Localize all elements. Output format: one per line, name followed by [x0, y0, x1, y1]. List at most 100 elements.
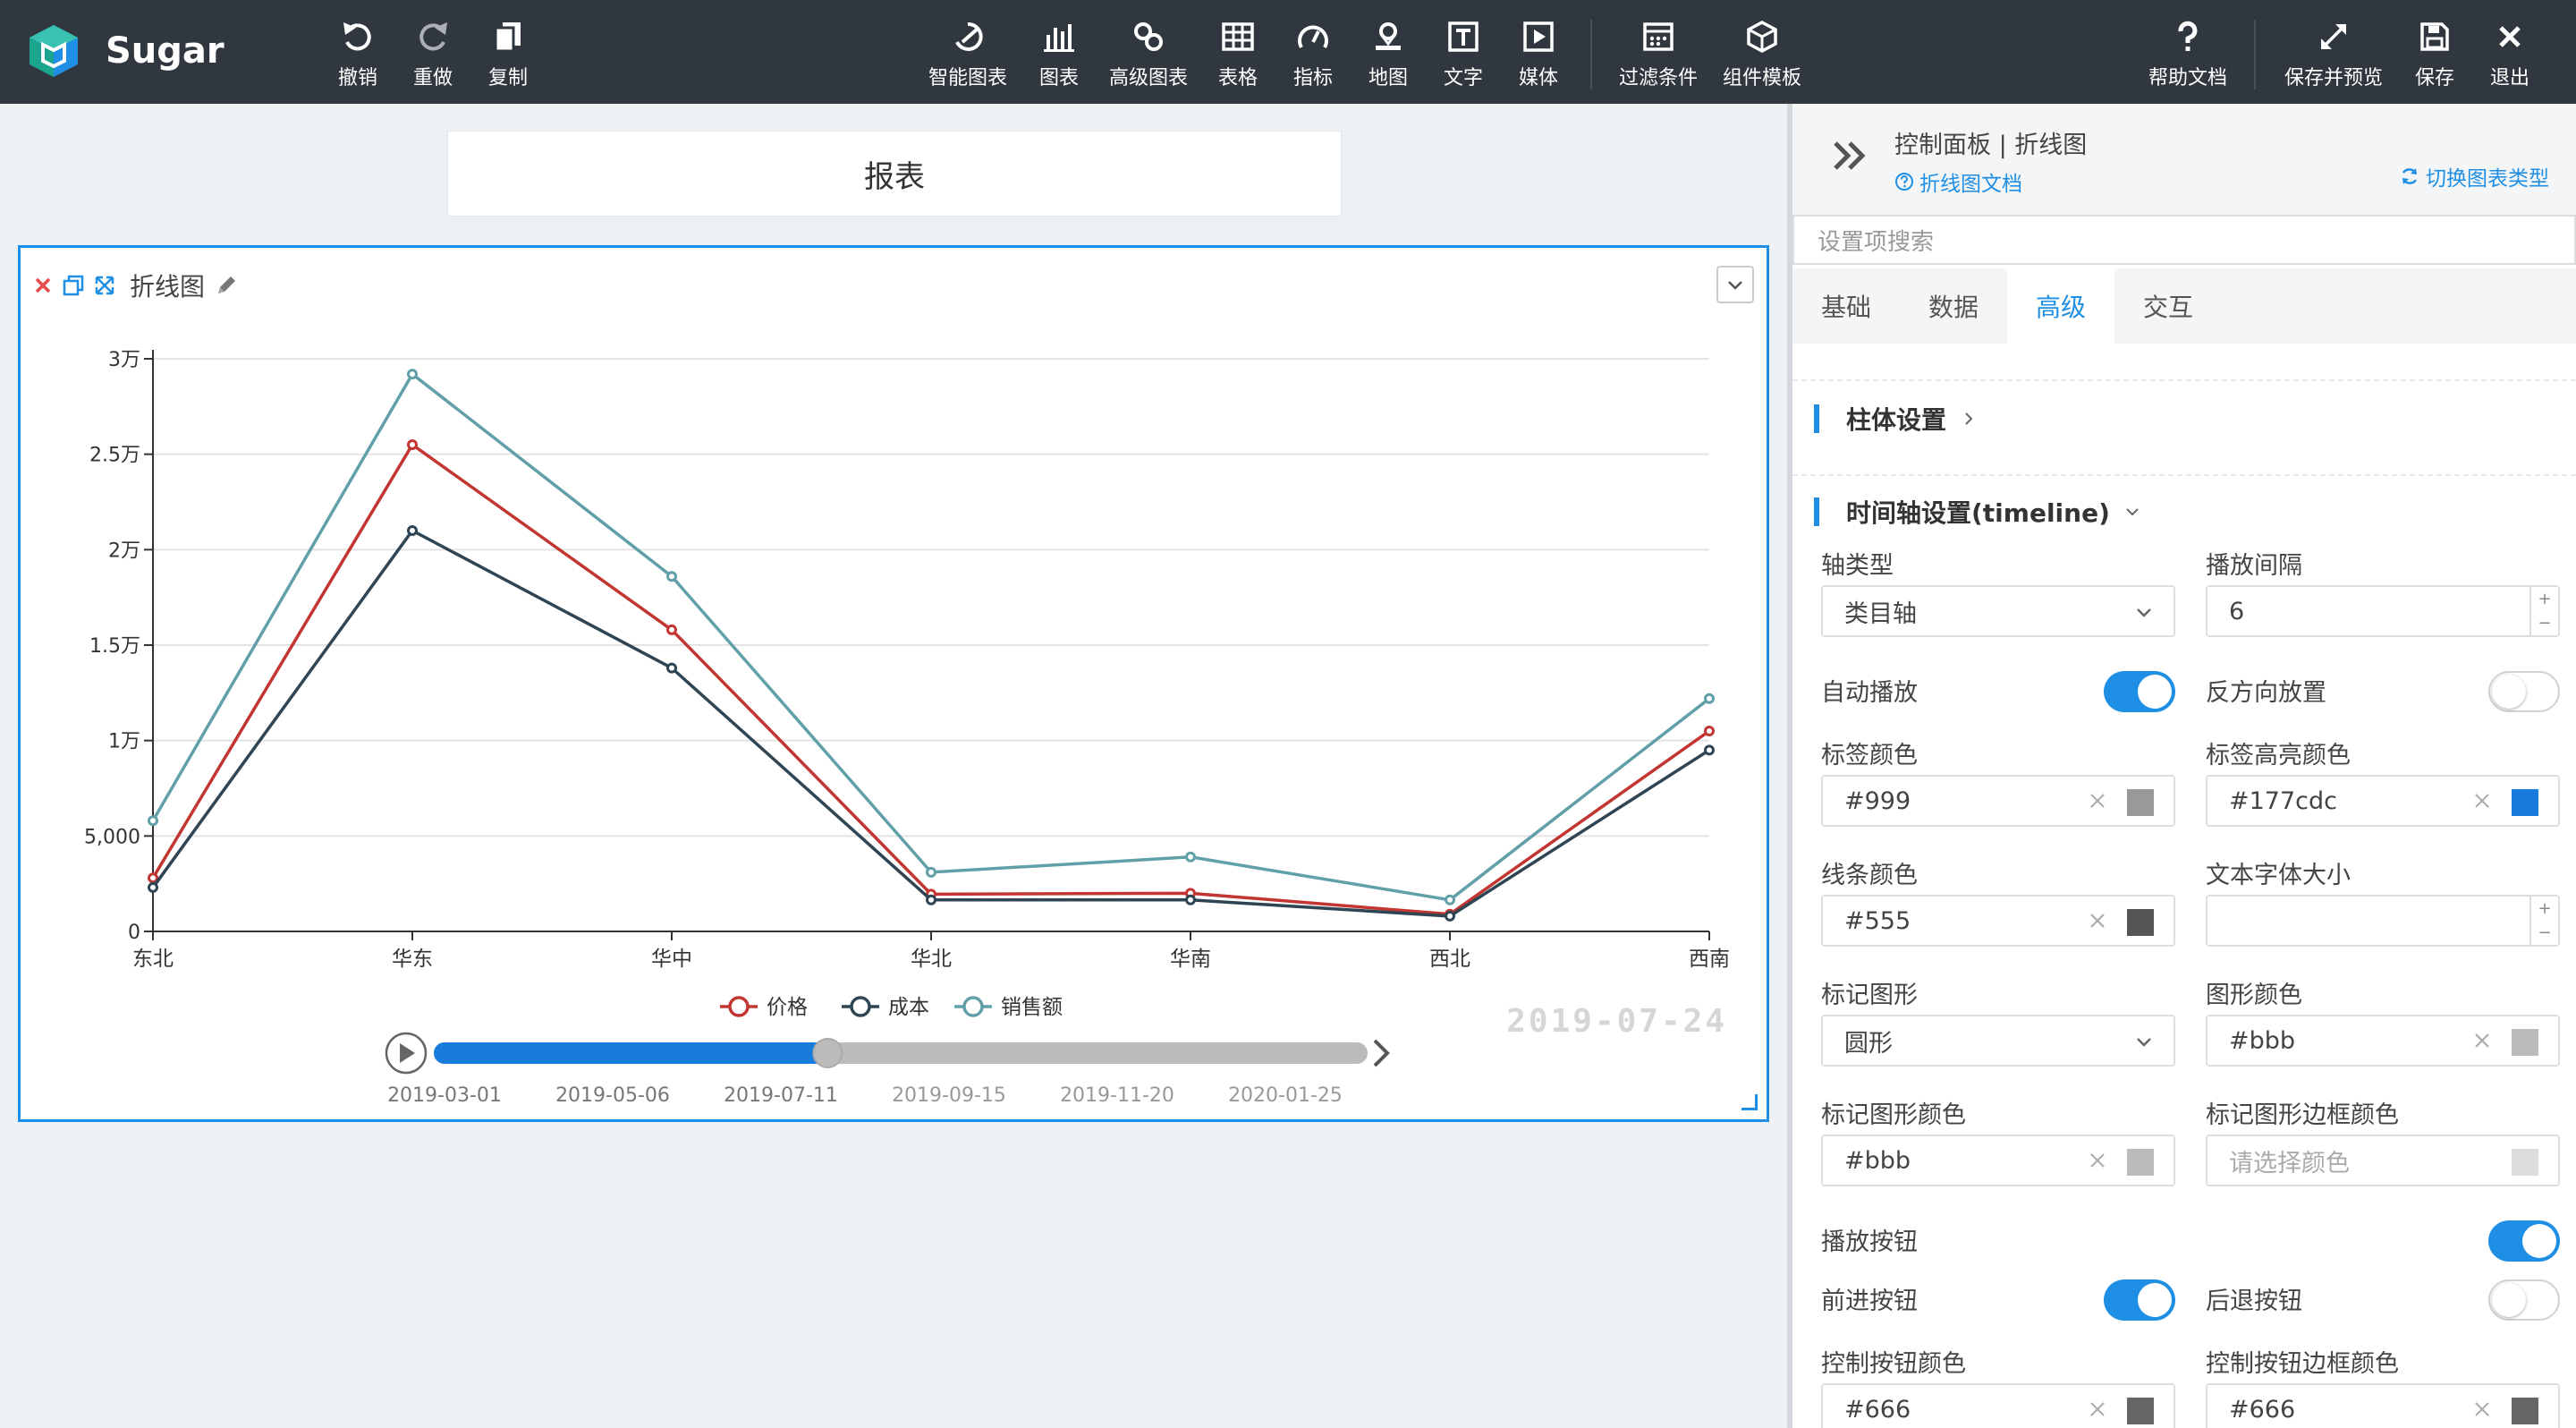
tab-advanced[interactable]: 高级	[2007, 268, 2114, 344]
app-logo[interactable]: Sugar	[27, 20, 225, 82]
duplicate-icon[interactable]	[62, 274, 85, 297]
number-stepper[interactable]: + −	[2529, 897, 2558, 945]
section-bar-settings[interactable]: 柱体设置	[1814, 401, 1977, 437]
data-point	[1185, 851, 1196, 863]
data-point	[666, 624, 677, 635]
color-swatch[interactable]	[2127, 789, 2154, 816]
auto-play-toggle[interactable]	[2104, 671, 2175, 712]
advanced-chart-button[interactable]: 高级图表	[1104, 16, 1193, 91]
clear-icon[interactable]	[2470, 1029, 2494, 1052]
text-icon	[1448, 21, 1479, 52]
play-button-label: 播放按钮	[1821, 1228, 1918, 1256]
prev-button-toggle[interactable]	[2488, 1279, 2560, 1321]
tab-data[interactable]: 数据	[1900, 268, 2007, 344]
increment-icon[interactable]: +	[2538, 900, 2551, 917]
clear-icon[interactable]	[2086, 789, 2109, 812]
widget-menu-dropdown[interactable]	[1716, 266, 1754, 303]
chart-widget[interactable]: 0 5,000 1万 1.5万 2万 2.5万 3万 东北 华东 华中 华北 华南 西北 西南 价格 成本 销售…	[18, 245, 1769, 1122]
decrement-icon[interactable]: −	[2538, 924, 2551, 941]
inverse-toggle[interactable]	[2488, 671, 2560, 712]
symbol-border-color-picker[interactable]: 请选择颜色	[2206, 1135, 2560, 1186]
resize-handle[interactable]	[1741, 1094, 1758, 1110]
label-highlight-color-label: 标签高亮颜色	[2206, 742, 2351, 769]
decrement-icon[interactable]: −	[2538, 615, 2551, 632]
next-arrow-icon[interactable]	[1373, 1039, 1390, 1067]
chevron-down-icon	[2137, 608, 2151, 617]
edit-pencil-icon[interactable]	[214, 273, 239, 298]
undo-button[interactable]: 撤销	[335, 16, 381, 91]
color-swatch[interactable]	[2512, 1149, 2538, 1176]
report-title[interactable]: 报表	[447, 131, 1342, 217]
redo-button[interactable]: 重做	[410, 16, 456, 91]
color-swatch[interactable]	[2127, 1149, 2154, 1176]
smart-chart-button[interactable]: 智能图表	[925, 16, 1011, 91]
line-color-picker[interactable]: #555	[1821, 895, 2175, 947]
color-swatch[interactable]	[2512, 789, 2538, 816]
delete-icon[interactable]	[33, 276, 53, 295]
indicator-button[interactable]: 指标	[1290, 16, 1336, 91]
clear-icon[interactable]	[2086, 1398, 2109, 1421]
media-button[interactable]: 媒体	[1515, 16, 1562, 91]
control-color-picker[interactable]: #666	[1821, 1383, 2175, 1428]
save-button[interactable]: 保存	[2411, 16, 2458, 91]
tab-basic[interactable]: 基础	[1792, 268, 1900, 344]
component-template-button[interactable]: 组件模板	[1719, 16, 1805, 91]
play-interval-input[interactable]: 6 + −	[2206, 585, 2560, 637]
exit-button[interactable]: 退出	[2487, 16, 2533, 91]
timeline-handle[interactable]	[812, 1038, 843, 1068]
chevron-right-icon	[1965, 412, 1973, 425]
expand-icon	[2321, 24, 2346, 49]
play-button-toggle[interactable]	[2488, 1220, 2560, 1262]
table-button[interactable]: 表格	[1215, 16, 1261, 91]
clear-icon[interactable]	[2470, 789, 2494, 812]
clear-icon[interactable]	[2470, 1398, 2494, 1421]
increment-icon[interactable]: +	[2538, 591, 2551, 608]
color-swatch[interactable]	[2512, 1398, 2538, 1424]
settings-search-input[interactable]: 设置项搜索	[1792, 215, 2576, 265]
number-stepper[interactable]: + −	[2529, 587, 2558, 635]
copy-button[interactable]: 复制	[485, 16, 531, 91]
data-point	[148, 815, 158, 827]
data-point	[926, 894, 936, 905]
advanced-chart-icon	[1134, 22, 1163, 51]
save-preview-button[interactable]: 保存并预览	[2279, 16, 2388, 91]
symbol-select[interactable]: 圆形	[1821, 1015, 2175, 1067]
next-button-toggle[interactable]	[2104, 1279, 2175, 1321]
axis-type-select[interactable]: 类目轴	[1821, 585, 2175, 637]
section-timeline-settings[interactable]: 时间轴设置(timeline)	[1814, 494, 2140, 530]
filter-button[interactable]: 过滤条件	[1615, 16, 1701, 91]
text-button[interactable]: 文字	[1440, 16, 1487, 91]
widget-title: 折线图	[130, 272, 206, 302]
x-tick-label: 华东	[392, 948, 433, 971]
clear-icon[interactable]	[2086, 909, 2109, 932]
bar-chart-icon	[1044, 24, 1074, 52]
control-border-color-picker[interactable]: #666	[2206, 1383, 2560, 1428]
shape-color-picker[interactable]: #bbb	[2206, 1015, 2560, 1067]
label-color-label: 标签颜色	[1821, 742, 1918, 769]
symbol-color-picker[interactable]: #bbb	[1821, 1135, 2175, 1186]
data-point	[1704, 693, 1715, 704]
font-size-input[interactable]: + −	[2206, 895, 2560, 947]
map-button[interactable]: 地图	[1365, 16, 1411, 91]
clear-icon[interactable]	[2086, 1149, 2109, 1172]
help-doc-button[interactable]: 帮助文档	[2145, 16, 2231, 91]
data-point	[407, 525, 418, 536]
tab-interaction[interactable]: 交互	[2114, 268, 2222, 344]
x-tick-label: 西北	[1429, 948, 1470, 971]
color-swatch[interactable]	[2512, 1029, 2538, 1056]
x-tick-label: 东北	[132, 948, 174, 971]
divider	[1792, 474, 2576, 476]
label-highlight-color-picker[interactable]: #177cdc	[2206, 775, 2560, 827]
cube-icon	[1747, 21, 1777, 53]
chart-doc-link[interactable]: 折线图文档	[1894, 166, 2022, 197]
collapse-panel-icon[interactable]	[1830, 136, 1869, 175]
color-swatch[interactable]	[2127, 1398, 2154, 1424]
fullscreen-icon[interactable]	[94, 275, 115, 296]
chart-button[interactable]: 图表	[1036, 16, 1082, 91]
data-point	[666, 662, 677, 674]
label-color-picker[interactable]: #999	[1821, 775, 2175, 827]
close-icon	[2499, 26, 2521, 47]
color-swatch[interactable]	[2127, 909, 2154, 936]
legend-label: 成本	[888, 996, 929, 1019]
switch-chart-type-link[interactable]: 切换图表类型	[2399, 161, 2549, 191]
